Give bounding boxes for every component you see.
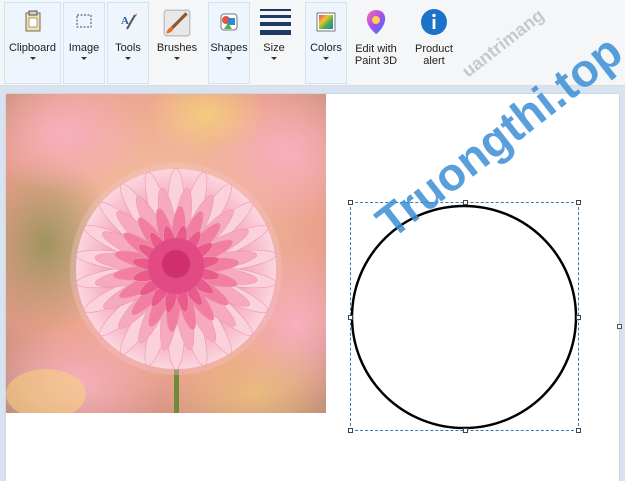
clipboard-label: Clipboard bbox=[8, 42, 57, 54]
selection-handle-top-left[interactable] bbox=[348, 200, 353, 205]
product-alert-label-line2: alert bbox=[423, 55, 445, 67]
circle-shape[interactable] bbox=[351, 203, 578, 430]
canvas-workspace bbox=[0, 86, 625, 481]
shape-selection-box[interactable] bbox=[348, 200, 581, 433]
line-size-icon bbox=[260, 9, 291, 35]
canvas-resize-handle[interactable] bbox=[617, 324, 622, 329]
info-icon bbox=[421, 9, 447, 35]
brush-icon bbox=[163, 9, 191, 37]
flower-photo bbox=[6, 94, 326, 413]
brushes-button[interactable]: Brushes bbox=[151, 2, 203, 84]
drawing-canvas[interactable] bbox=[6, 94, 622, 481]
shapes-dropdown-arrow[interactable] bbox=[226, 57, 232, 60]
colors-button[interactable]: Colors bbox=[305, 2, 347, 84]
product-alert-label-line1: Product bbox=[415, 43, 453, 55]
product-alert-label: Product alert bbox=[411, 43, 457, 67]
selection-handle-left[interactable] bbox=[348, 315, 353, 320]
clipboard-dropdown-arrow[interactable] bbox=[29, 57, 36, 60]
brushes-label: Brushes bbox=[156, 42, 198, 54]
size-button[interactable]: Size bbox=[253, 2, 295, 84]
clipboard-button[interactable]: Clipboard bbox=[4, 2, 61, 84]
selection-handle-bottom-right[interactable] bbox=[576, 428, 581, 433]
tools-button[interactable]: A Tools bbox=[107, 2, 149, 84]
shapes-icon bbox=[220, 13, 238, 31]
tools-label: Tools bbox=[115, 42, 141, 54]
size-dropdown-arrow[interactable] bbox=[271, 57, 277, 60]
colors-dropdown-arrow[interactable] bbox=[323, 57, 329, 60]
edit-with-paint3d-label-line1: Edit with bbox=[355, 43, 397, 55]
image-label: Image bbox=[68, 42, 100, 54]
image-dropdown-arrow[interactable] bbox=[81, 57, 87, 60]
selection-handle-right[interactable] bbox=[576, 315, 581, 320]
svg-text:A: A bbox=[121, 15, 129, 27]
shapes-button[interactable]: Shapes bbox=[208, 2, 250, 84]
edit-with-paint3d-label: Edit with Paint 3D bbox=[352, 43, 400, 67]
edit-with-paint3d-button[interactable]: Edit with Paint 3D bbox=[351, 2, 401, 84]
size-label: Size bbox=[263, 42, 285, 54]
selection-handle-top-right[interactable] bbox=[576, 200, 581, 205]
ribbon-toolbar: Clipboard Image A Tools Brushes Shapes S… bbox=[0, 0, 625, 86]
select-rectangle-icon bbox=[76, 14, 92, 28]
selection-handle-top[interactable] bbox=[463, 200, 468, 205]
selection-handle-bottom[interactable] bbox=[463, 428, 468, 433]
brushes-dropdown-arrow[interactable] bbox=[174, 57, 180, 60]
paint3d-icon bbox=[366, 10, 386, 34]
colors-label: Colors bbox=[310, 42, 342, 54]
selection-handle-bottom-left[interactable] bbox=[348, 428, 353, 433]
tools-dropdown-arrow[interactable] bbox=[125, 57, 131, 60]
clipboard-icon bbox=[25, 10, 40, 32]
tools-icon: A bbox=[121, 13, 137, 30]
edit-with-paint3d-label-line2: Paint 3D bbox=[354, 55, 398, 67]
color-palette-icon bbox=[316, 12, 336, 32]
image-button[interactable]: Image bbox=[63, 2, 105, 84]
product-alert-button[interactable]: Product alert bbox=[410, 2, 458, 84]
shapes-label: Shapes bbox=[210, 42, 248, 54]
